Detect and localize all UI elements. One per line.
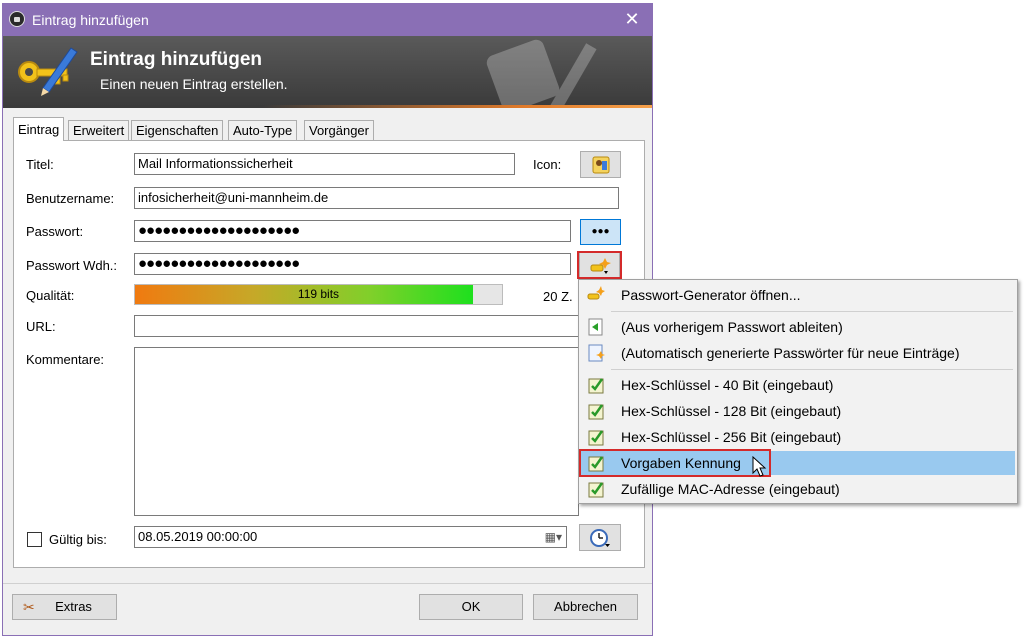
- icon-label: Icon:: [533, 157, 562, 172]
- banner-watermark-icon: [486, 39, 597, 106]
- keepass-lock-icon: [9, 11, 25, 27]
- menu-separator: [611, 311, 1013, 312]
- expires-checkbox[interactable]: [27, 532, 42, 547]
- banner-accent-line: [3, 105, 652, 108]
- tab-erweitert[interactable]: Erweitert: [68, 120, 130, 140]
- username-field[interactable]: infosicherheit@uni-mannheim.de: [134, 187, 619, 209]
- clock-icon: [590, 529, 610, 547]
- quality-bits: 119 bits: [297, 287, 340, 301]
- menu-item-auto-generate[interactable]: (Automatisch generierte Passwörter für n…: [581, 341, 1015, 365]
- menu-separator: [611, 369, 1013, 370]
- title-bar[interactable]: Eintrag hinzufügen ✕: [3, 4, 652, 36]
- header-banner: Eintrag hinzufügen Einen neuen Eintrag e…: [3, 36, 652, 108]
- quality-bar: 119 bits: [134, 284, 503, 305]
- menu-item-open-generator[interactable]: Passwort-Generator öffnen...: [581, 283, 1015, 307]
- password-field[interactable]: ●●●●●●●●●●●●●●●●●●●●: [134, 220, 571, 242]
- key-pen-icon: [18, 47, 78, 96]
- title-label: Titel:: [26, 157, 54, 172]
- tab-vorgaenger[interactable]: Vorgänger: [304, 120, 374, 140]
- banner-title: Eintrag hinzufügen: [90, 49, 263, 70]
- banner-subtitle: Einen neuen Eintrag erstellen.: [100, 76, 288, 92]
- comments-label: Kommentare:: [26, 352, 105, 367]
- tab-eigenschaften[interactable]: Eigenschaften: [131, 120, 224, 140]
- password-repeat-label: Passwort Wdh.:: [26, 258, 118, 273]
- tab-auto-type[interactable]: Auto-Type: [228, 120, 298, 140]
- ok-button[interactable]: OK: [419, 594, 523, 620]
- cancel-button[interactable]: Abbrechen: [533, 594, 638, 620]
- auto-generate-icon: [588, 344, 605, 362]
- mouse-cursor-icon: [752, 456, 767, 477]
- calendar-dropdown-icon[interactable]: ▦▾: [545, 527, 562, 547]
- menu-item-hex-256[interactable]: Hex-Schlüssel - 256 Bit (eingebaut): [581, 425, 1015, 449]
- expires-label: Gültig bis:: [49, 532, 107, 547]
- generator-icon: [587, 286, 605, 300]
- close-button[interactable]: ✕: [620, 7, 644, 31]
- entry-icon: [592, 156, 609, 174]
- quality-label: Qualität:: [26, 288, 75, 303]
- window-title: Eintrag hinzufügen: [32, 12, 149, 28]
- tools-icon: ✂: [23, 599, 35, 615]
- comments-field[interactable]: [134, 347, 579, 516]
- extras-button[interactable]: ✂ Extras: [12, 594, 117, 620]
- tab-eintrag[interactable]: Eintrag: [13, 117, 65, 141]
- char-count: 20 Z.: [543, 289, 573, 304]
- url-field[interactable]: [134, 315, 579, 337]
- profile-icon: [588, 378, 604, 394]
- show-password-button[interactable]: ●●●: [580, 219, 621, 245]
- profile-icon: [588, 482, 604, 498]
- profile-icon: [588, 430, 604, 446]
- password-repeat-field[interactable]: ●●●●●●●●●●●●●●●●●●●●: [134, 253, 571, 275]
- title-field[interactable]: Mail Informationssicherheit: [134, 153, 515, 175]
- expires-date-value: 08.05.2019 00:00:00: [138, 529, 258, 544]
- highlight-annotation: [579, 449, 771, 477]
- expires-date-field[interactable]: 08.05.2019 00:00:00 ▦▾: [134, 526, 567, 548]
- password-label: Passwort:: [26, 224, 84, 239]
- url-label: URL:: [26, 319, 56, 334]
- highlight-annotation: [577, 251, 622, 279]
- menu-item-hex-128[interactable]: Hex-Schlüssel - 128 Bit (eingebaut): [581, 399, 1015, 423]
- username-label: Benutzername:: [26, 191, 115, 206]
- icon-picker-button[interactable]: [580, 151, 621, 178]
- menu-item-mac-address[interactable]: Zufällige MAC-Adresse (eingebaut): [581, 477, 1015, 501]
- menu-item-hex-40[interactable]: Hex-Schlüssel - 40 Bit (eingebaut): [581, 373, 1015, 397]
- expiry-presets-button[interactable]: [579, 524, 621, 551]
- extras-label: Extras: [55, 599, 92, 614]
- footer-divider: [3, 583, 652, 584]
- derive-icon: [588, 318, 603, 336]
- menu-item-derive[interactable]: (Aus vorherigem Passwort ableiten): [581, 315, 1015, 339]
- profile-icon: [588, 404, 604, 420]
